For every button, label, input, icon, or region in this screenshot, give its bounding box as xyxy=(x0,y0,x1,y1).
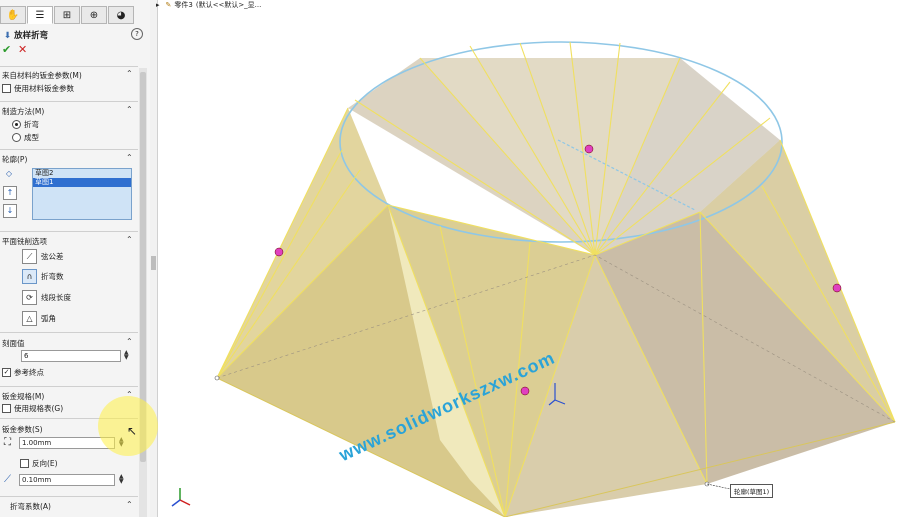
thickness-icon: ⛶ xyxy=(4,437,11,448)
section-header[interactable]: 来自材料的钣金参数(M) xyxy=(2,70,82,81)
ref-endpoint-option[interactable]: ✓ 参考终点 xyxy=(2,367,44,378)
radius-spin-icon[interactable]: ▲ ▼ xyxy=(119,474,124,485)
facet-option[interactable]: ⟋ 弦公差 xyxy=(22,249,64,264)
use-gauge-label: 使用规格表(G) xyxy=(14,404,64,413)
reverse-option[interactable]: 反向(E) xyxy=(20,458,58,469)
facet-option[interactable]: ∩ 折弯数 xyxy=(22,269,64,284)
feature-title-text: 放样折弯 xyxy=(14,31,49,41)
profile-callout[interactable]: 轮廓(草图1) xyxy=(730,484,774,498)
radio-form[interactable] xyxy=(12,133,21,142)
collapse-chevron-icon[interactable]: ⌃ xyxy=(126,235,133,244)
mouse-cursor-icon: ↖ xyxy=(127,424,138,438)
method-form-label: 成型 xyxy=(24,133,39,142)
facet-value-input[interactable]: 6 xyxy=(21,350,121,362)
view-axes-icon xyxy=(171,488,191,507)
use-gauge-checkbox[interactable] xyxy=(2,404,11,413)
graphics-viewport[interactable] xyxy=(158,9,912,517)
segment-length-icon[interactable]: ⟳ xyxy=(22,290,37,305)
vertex-point[interactable] xyxy=(214,375,220,381)
list-item[interactable]: 草图2 xyxy=(33,169,131,178)
option-label: 弦公差 xyxy=(41,252,64,261)
facet-option[interactable]: △ 弧角 xyxy=(22,311,56,326)
anchor-point[interactable] xyxy=(584,144,594,154)
display-manager-icon[interactable]: ◕ xyxy=(108,6,134,24)
move-down-button[interactable]: ↓ xyxy=(3,204,17,218)
profile-list[interactable]: 草图2 草图1 xyxy=(32,168,132,220)
option-label: 弧角 xyxy=(41,314,56,323)
use-material-checkbox[interactable] xyxy=(2,84,11,93)
dimxpert-icon[interactable]: ⊕ xyxy=(81,6,107,24)
anchor-point[interactable] xyxy=(832,283,842,293)
collapse-chevron-icon[interactable]: ⌃ xyxy=(126,69,133,78)
feature-manager-icon[interactable]: ✋ xyxy=(0,6,26,24)
use-material-label: 使用材料钣金参数 xyxy=(14,84,74,93)
section-header[interactable]: 轮廓(P) xyxy=(2,154,27,165)
use-material-option[interactable]: 使用材料钣金参数 xyxy=(2,83,74,94)
breadcrumb: ▸ ✎ 零件3 (默认<<默认>_显... xyxy=(156,0,261,9)
property-manager-icon[interactable]: ☰ xyxy=(27,6,53,24)
list-item[interactable]: 草图1 xyxy=(33,178,131,187)
reverse-checkbox[interactable] xyxy=(20,459,29,468)
facet-options-section: 平面铣削选项 ⌃ xyxy=(0,231,138,333)
radio-bend[interactable] xyxy=(12,120,21,129)
section-header[interactable]: 刻面值 xyxy=(2,338,25,349)
section-header[interactable]: 钣金规格(M) xyxy=(2,391,44,402)
method-section: 制造方法(M) ⌃ 折弯 成型 xyxy=(0,101,138,150)
ref-endpoint-checkbox[interactable]: ✓ xyxy=(2,368,11,377)
help-icon[interactable]: ? xyxy=(131,28,143,40)
anchor-point[interactable] xyxy=(274,247,284,257)
method-option-form[interactable]: 成型 xyxy=(12,132,39,143)
bend-radius-input[interactable]: 0.10mm xyxy=(19,474,115,486)
material-params-section: 来自材料的钣金参数(M) ⌃ 使用材料钣金参数 xyxy=(0,66,138,103)
facet-option[interactable]: ⟳ 线段长度 xyxy=(22,290,71,305)
use-gauge-option[interactable]: 使用规格表(G) xyxy=(2,403,63,414)
section-header[interactable]: 折弯系数(A) xyxy=(10,501,51,512)
method-bend-label: 折弯 xyxy=(24,120,39,129)
collapse-chevron-icon[interactable]: ⌃ xyxy=(126,500,133,509)
manager-tabs: ✋ ☰ ⊞ ⊕ ◕ xyxy=(0,6,136,24)
method-option-bend[interactable]: 折弯 xyxy=(12,119,39,130)
section-header[interactable]: 制造方法(M) xyxy=(2,106,44,117)
part-icon: ✎ xyxy=(165,0,172,9)
profile-select-icon[interactable]: ◇ xyxy=(3,168,15,180)
feature-title: ⬇ 放样折弯 xyxy=(4,29,48,41)
bend-count-icon[interactable]: ∩ xyxy=(22,269,37,284)
lofted-bend-icon: ⬇ xyxy=(4,31,12,41)
callout-leader xyxy=(706,483,731,490)
ref-endpoint-label: 参考终点 xyxy=(14,368,44,377)
anchor-point[interactable] xyxy=(520,386,530,396)
collapse-chevron-icon[interactable]: ⌃ xyxy=(126,153,133,162)
option-label: 折弯数 xyxy=(41,272,64,281)
splitter-handle[interactable] xyxy=(151,256,156,270)
section-header[interactable]: 平面铣削选项 xyxy=(2,236,47,247)
collapse-chevron-icon[interactable]: ⌃ xyxy=(126,105,133,114)
configuration-manager-icon[interactable]: ⊞ xyxy=(54,6,80,24)
ok-button[interactable]: ✔ xyxy=(2,43,11,56)
section-header[interactable]: 钣金参数(S) xyxy=(2,424,43,435)
bend-allowance-section: 折弯系数(A) ⌃ xyxy=(0,496,138,517)
option-label: 线段长度 xyxy=(41,293,71,302)
collapse-chevron-icon[interactable]: ⌃ xyxy=(126,337,133,346)
arc-angle-icon[interactable]: △ xyxy=(22,311,37,326)
facet-spin-icon[interactable]: ▲ ▼ xyxy=(124,350,129,361)
bend-radius-icon: ⟋ xyxy=(4,474,11,485)
cancel-button[interactable]: ✕ xyxy=(18,43,27,56)
expand-arrow-icon[interactable]: ▸ xyxy=(156,1,160,9)
move-up-button[interactable]: ↑ xyxy=(3,186,17,200)
reverse-label: 反向(E) xyxy=(32,459,58,468)
chord-tolerance-icon[interactable]: ⟋ xyxy=(22,249,37,264)
